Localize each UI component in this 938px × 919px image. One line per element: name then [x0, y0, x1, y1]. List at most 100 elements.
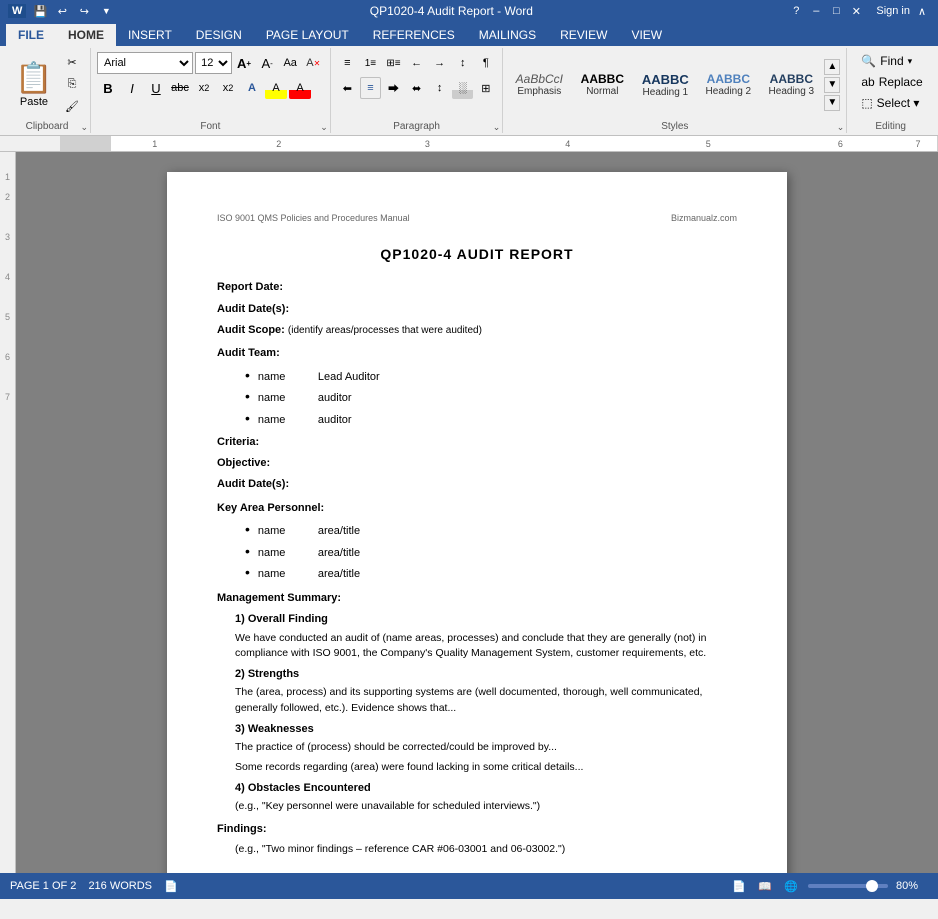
paragraph-group: ≡ 1≡ ⊞≡ ← → ↕ ¶ ⬅ ≡ ⮕ ⬌ ↕ ░ ⊞ Paragraph … [331, 48, 504, 133]
tab-home[interactable]: HOME [56, 24, 116, 46]
style-emphasis[interactable]: AaBbCcI Emphasis [509, 52, 569, 117]
page-header: ISO 9001 QMS Policies and Procedures Man… [217, 212, 737, 225]
quick-redo[interactable]: ↪ [76, 3, 92, 19]
clipboard-label: Clipboard [4, 121, 90, 133]
view-reading-button[interactable]: 📖 [756, 877, 774, 895]
copy-button[interactable]: ⎘ [60, 74, 84, 94]
select-button[interactable]: ⬚ Select ▾ [857, 94, 924, 112]
shrink-font-button[interactable]: A- [257, 52, 278, 74]
maximize-button[interactable]: □ [828, 3, 844, 19]
objective-row: Objective: [217, 456, 737, 471]
proofing-icon[interactable]: 📄 [164, 880, 178, 893]
close-button[interactable]: ✕ [848, 3, 864, 19]
style-normal[interactable]: AABBC Normal [572, 52, 632, 117]
header-right: Bizmanualz.com [671, 212, 737, 225]
minimize-button[interactable]: – [808, 3, 824, 19]
format-painter-button[interactable]: 🖌 [60, 97, 84, 117]
decrease-indent-button[interactable]: ← [406, 52, 427, 74]
paragraph-expand[interactable]: ⌄ [493, 122, 501, 133]
numbering-button[interactable]: 1≡ [360, 52, 381, 74]
scroll-area[interactable]: ISO 9001 QMS Policies and Procedures Man… [16, 152, 938, 873]
tab-mailings[interactable]: MAILINGS [467, 24, 548, 46]
styles-scroll-down[interactable]: ▼ [824, 77, 840, 93]
zoom-slider[interactable] [808, 884, 888, 888]
find-label: Find [880, 54, 903, 68]
quick-customize[interactable]: ▼ [98, 3, 114, 19]
help-button[interactable]: ? [788, 3, 804, 19]
key-bullet-3: • [245, 563, 250, 583]
tab-view[interactable]: VIEW [619, 24, 674, 46]
find-arrow: ▾ [908, 56, 913, 67]
quick-save[interactable]: 💾 [32, 3, 48, 19]
increase-indent-button[interactable]: → [429, 52, 450, 74]
font-color-button[interactable]: A [289, 77, 311, 99]
align-left-button[interactable]: ⬅ [337, 77, 358, 99]
quick-undo[interactable]: ↩ [54, 3, 70, 19]
style-emphasis-label: Emphasis [517, 86, 561, 97]
align-right-button[interactable]: ⮕ [383, 77, 404, 99]
style-normal-preview: AABBC [581, 72, 624, 86]
ruler-mark-3: 3 [425, 139, 430, 149]
highlight-button[interactable]: A [265, 77, 287, 99]
italic-button[interactable]: I [121, 77, 143, 99]
view-print-button[interactable]: 📄 [730, 877, 748, 895]
document-area: 1 2 3 4 5 6 7 ISO 9001 QMS Policies and … [0, 152, 938, 873]
key-name-3: name [258, 567, 318, 582]
criteria-row: Criteria: [217, 435, 737, 450]
audit-date-label: Audit Date(s): [217, 303, 289, 315]
shading-button[interactable]: ░ [452, 77, 473, 99]
change-case-button[interactable]: Aa [280, 52, 301, 74]
font-size-select[interactable]: 12 [195, 52, 231, 74]
tab-file[interactable]: FILE [6, 24, 56, 46]
style-heading2[interactable]: AABBC Heading 2 [698, 52, 758, 117]
cut-button[interactable]: ✂ [60, 52, 84, 72]
clipboard-expand[interactable]: ⌄ [80, 122, 88, 133]
align-center-button[interactable]: ≡ [360, 77, 381, 99]
underline-button[interactable]: U [145, 77, 167, 99]
view-web-button[interactable]: 🌐 [782, 877, 800, 895]
styles-expand[interactable]: ▼ [824, 95, 840, 111]
styles-group: AaBbCcI Emphasis AABBC Normal AABBC Head… [503, 48, 847, 133]
team-name-1: name [258, 370, 318, 385]
editing-label: Editing [847, 121, 934, 133]
key-person-1: • name area/title [245, 520, 737, 540]
tab-design[interactable]: DESIGN [184, 24, 254, 46]
tab-review[interactable]: REVIEW [548, 24, 619, 46]
borders-button[interactable]: ⊞ [475, 77, 496, 99]
tab-references[interactable]: REFERENCES [361, 24, 467, 46]
text-effects-button[interactable]: A [241, 77, 263, 99]
section3-body2: Some records regarding (area) were found… [235, 760, 737, 775]
ribbon-toggle[interactable]: ∧ [914, 3, 930, 19]
tab-page-layout[interactable]: PAGE LAYOUT [254, 24, 361, 46]
find-button[interactable]: 🔍 Find ▾ [857, 52, 924, 70]
tab-insert[interactable]: INSERT [116, 24, 184, 46]
styles-scroll-up[interactable]: ▲ [824, 59, 840, 75]
signin-button[interactable]: Sign in [876, 5, 910, 17]
multilevel-button[interactable]: ⊞≡ [383, 52, 404, 74]
superscript-button[interactable]: x2 [217, 77, 239, 99]
bullet-3: • [245, 409, 250, 429]
team-member-2: • name auditor [245, 387, 737, 407]
font-group: Arial 12 A+ A- Aa A✕ B I U abc x2 x2 A A… [91, 48, 331, 133]
team-role-1: Lead Auditor [318, 370, 380, 385]
font-family-select[interactable]: Arial [97, 52, 193, 74]
show-para-button[interactable]: ¶ [475, 52, 496, 74]
bold-button[interactable]: B [97, 77, 119, 99]
paste-button[interactable]: 📋 Paste [10, 52, 58, 117]
styles-expand-arrow[interactable]: ⌄ [837, 122, 845, 133]
style-heading3[interactable]: AABBC Heading 3 [761, 52, 821, 117]
justify-button[interactable]: ⬌ [406, 77, 427, 99]
replace-button[interactable]: ab Replace [857, 73, 924, 91]
font-expand[interactable]: ⌄ [320, 122, 328, 133]
ruler-area: 1 2 3 4 5 6 7 [110, 136, 938, 151]
grow-font-button[interactable]: A+ [234, 52, 255, 74]
clear-format-button[interactable]: A✕ [303, 52, 324, 74]
bullets-button[interactable]: ≡ [337, 52, 358, 74]
sort-button[interactable]: ↕ [452, 52, 473, 74]
strikethrough-button[interactable]: abc [169, 77, 191, 99]
subscript-button[interactable]: x2 [193, 77, 215, 99]
style-heading1[interactable]: AABBC Heading 1 [635, 52, 695, 117]
team-name-2: name [258, 391, 318, 406]
spacer [217, 861, 737, 873]
line-spacing-button[interactable]: ↕ [429, 77, 450, 99]
